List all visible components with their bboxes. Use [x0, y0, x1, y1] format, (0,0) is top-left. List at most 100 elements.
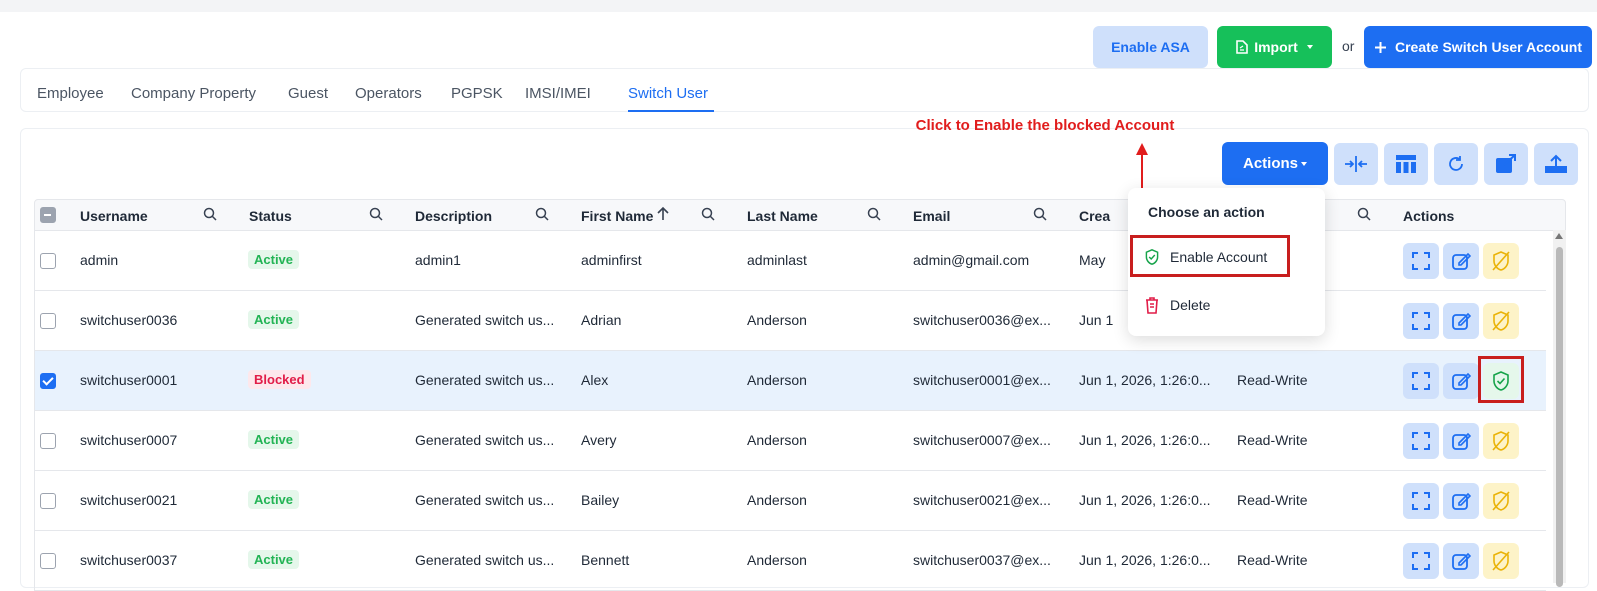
column-last-name[interactable]: Last Name [747, 208, 818, 224]
table-row[interactable]: switchuser0021 Active Generated switch u… [34, 471, 1546, 531]
block-account-button[interactable] [1483, 303, 1519, 339]
expand-icon [1412, 372, 1430, 390]
tab-guest[interactable]: Guest [288, 85, 328, 102]
cell-description: Generated switch us... [415, 372, 555, 388]
cell-first-name: Bennett [581, 552, 630, 568]
highlight-box [1478, 356, 1524, 403]
search-icon[interactable] [1033, 207, 1047, 221]
shield-off-icon [1492, 431, 1510, 451]
expand-button[interactable] [1403, 423, 1439, 459]
caret-down-icon [1306, 45, 1313, 49]
row-checkbox[interactable] [40, 253, 56, 269]
import-button[interactable]: Import [1217, 26, 1332, 68]
actions-dropdown: Choose an action Enable Account Delete [1128, 188, 1325, 336]
cell-first-name: Avery [581, 432, 617, 448]
export-button[interactable] [1484, 143, 1528, 185]
edit-button[interactable] [1443, 423, 1479, 459]
select-all-checkbox[interactable] [40, 207, 56, 223]
export-icon [1496, 154, 1516, 173]
row-checkbox[interactable] [40, 493, 56, 509]
expand-button[interactable] [1403, 363, 1439, 399]
tab-employee[interactable]: Employee [37, 85, 104, 102]
cell-first-name: Adrian [581, 312, 622, 328]
column-status[interactable]: Status [249, 208, 292, 224]
cell-access: Read-Write [1237, 492, 1308, 508]
table-header: Username Status Description First Name L… [34, 199, 1566, 231]
columns-layout-icon [1396, 155, 1416, 173]
tab-pgpsk[interactable]: PGPSK [451, 85, 503, 102]
expand-button[interactable] [1403, 483, 1439, 519]
delete-menu-item[interactable]: Delete [1144, 296, 1210, 314]
sort-ascending-icon[interactable] [657, 206, 669, 221]
cell-email: switchuser0001@ex... [913, 372, 1051, 388]
or-text: or [1342, 38, 1355, 54]
search-icon[interactable] [1357, 207, 1371, 221]
upload-button[interactable] [1534, 143, 1578, 185]
table-row-selected[interactable]: switchuser0001 Blocked Generated switch … [34, 351, 1546, 411]
expand-button[interactable] [1403, 303, 1439, 339]
cell-created: Jun 1, 2026, 1:26:0... [1079, 492, 1211, 508]
row-checkbox[interactable] [40, 373, 56, 389]
expand-button[interactable] [1403, 543, 1439, 579]
cell-access: Read-Write [1237, 552, 1308, 568]
edit-button[interactable] [1443, 243, 1479, 279]
expand-button[interactable] [1403, 243, 1439, 279]
column-description[interactable]: Description [415, 208, 492, 224]
search-icon[interactable] [535, 207, 549, 221]
refresh-icon [1449, 156, 1463, 171]
columns-layout-button[interactable] [1384, 143, 1428, 185]
cell-created: Jun 1 [1079, 312, 1114, 328]
cell-access: Read-Write [1237, 432, 1308, 448]
edit-icon [1452, 252, 1471, 270]
actions-button[interactable]: Actions [1222, 142, 1328, 185]
cell-description: admin1 [415, 252, 461, 268]
tab-switch-user[interactable]: Switch User [628, 85, 708, 102]
block-account-button[interactable] [1483, 543, 1519, 579]
cell-username: switchuser0036 [80, 312, 178, 328]
enable-asa-button[interactable]: Enable ASA [1093, 26, 1208, 68]
cell-username: switchuser0037 [80, 552, 178, 568]
edit-button[interactable] [1443, 363, 1479, 399]
column-first-name[interactable]: First Name [581, 208, 653, 224]
row-checkbox[interactable] [40, 313, 56, 329]
plus-icon [1375, 41, 1386, 53]
top-band [0, 0, 1597, 12]
cell-last-name: Anderson [747, 492, 807, 508]
scroll-up-icon[interactable] [1555, 233, 1563, 239]
dropdown-title: Choose an action [1148, 204, 1265, 220]
cell-username: switchuser0001 [80, 372, 178, 388]
search-icon[interactable] [701, 207, 715, 221]
search-icon[interactable] [203, 207, 217, 221]
block-account-button[interactable] [1483, 483, 1519, 519]
cell-last-name: Anderson [747, 312, 807, 328]
search-icon[interactable] [867, 207, 881, 221]
create-switch-user-button[interactable]: Create Switch User Account [1364, 26, 1592, 68]
active-tab-underline [628, 110, 714, 112]
tab-operators[interactable]: Operators [355, 85, 422, 102]
column-actions: Actions [1403, 208, 1455, 224]
tab-imsi-imei[interactable]: IMSI/IMEI [525, 85, 591, 102]
row-checkbox[interactable] [40, 553, 56, 569]
status-badge: Active [248, 310, 300, 329]
block-account-button[interactable] [1483, 243, 1519, 279]
table-scrollbar[interactable] [1553, 230, 1566, 587]
cell-username: switchuser0007 [80, 432, 178, 448]
block-account-button[interactable] [1483, 423, 1519, 459]
column-email[interactable]: Email [913, 208, 950, 224]
collapse-columns-button[interactable] [1334, 143, 1378, 185]
column-created[interactable]: Crea [1079, 208, 1110, 224]
table-row[interactable]: switchuser0007 Active Generated switch u… [34, 411, 1546, 471]
edit-button[interactable] [1443, 303, 1479, 339]
row-checkbox[interactable] [40, 433, 56, 449]
tab-company-property[interactable]: Company Property [131, 85, 256, 102]
column-username[interactable]: Username [80, 208, 148, 224]
refresh-button[interactable] [1434, 143, 1478, 185]
search-icon[interactable] [369, 207, 383, 221]
actions-label: Actions [1242, 155, 1298, 172]
caret-down-icon [1301, 161, 1307, 166]
cell-last-name: Anderson [747, 372, 807, 388]
edit-button[interactable] [1443, 483, 1479, 519]
table-row[interactable]: switchuser0037 Active Generated switch u… [34, 531, 1546, 591]
edit-button[interactable] [1443, 543, 1479, 579]
scroll-thumb[interactable] [1556, 247, 1563, 587]
